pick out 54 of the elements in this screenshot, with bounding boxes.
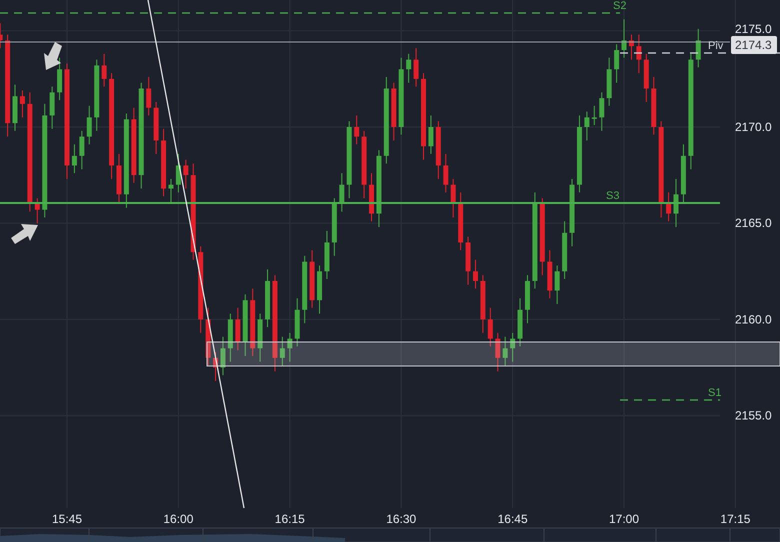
candlestick [146,76,152,116]
time-label: 16:30 [386,512,416,526]
candlestick [220,336,226,376]
candlestick [354,114,360,145]
candlestick [102,53,107,88]
price-label: 2165.0 [735,216,772,230]
candlestick [599,92,604,132]
candlestick [428,114,434,154]
candlestick [510,332,516,362]
candlestick [280,336,285,366]
arrow-icon [11,224,38,244]
time-label: 17:00 [609,512,640,526]
candlestick [20,90,25,118]
candlestick [79,130,84,170]
candlestick [584,111,590,141]
level-label: Piv [708,40,724,52]
candlestick [406,53,412,84]
candlestick [450,178,456,218]
candlestick [443,153,448,193]
price-label: 2160.0 [735,312,772,326]
candlestick [488,307,493,347]
time-label: 17:15 [720,512,750,526]
price-label: 2155.0 [735,408,772,423]
time-label: 16:15 [274,512,305,526]
candlestick [502,336,508,366]
price-tag: 2174.3 [731,36,777,54]
candlestick [339,172,344,212]
level-label: S2 [613,0,626,12]
candlestick [50,86,55,130]
candlestick [168,178,174,203]
candlestick [696,28,701,68]
time-label: 16:00 [163,512,194,526]
candlestick [57,57,62,101]
candlestick [495,332,500,372]
level-label: S3 [606,190,620,202]
price-label: 2170.0 [735,120,772,134]
candlestick [614,44,620,84]
time-label: 16:45 [498,512,528,526]
level-label: S1 [708,387,722,399]
arrow-icon [44,42,62,70]
candlestick [235,307,240,351]
candlestick [72,144,77,174]
candlestick [183,159,188,190]
candlestick [636,34,642,74]
candlestick [287,332,292,362]
price-label: 2175.0 [735,22,772,36]
candlestick [414,48,419,88]
candlestick [34,198,40,224]
candlestick [554,265,560,305]
candlestick [666,192,672,222]
time-label: 15:45 [52,512,82,526]
candlestick [472,259,478,290]
candlestick [592,105,597,126]
candlestick [86,105,92,145]
